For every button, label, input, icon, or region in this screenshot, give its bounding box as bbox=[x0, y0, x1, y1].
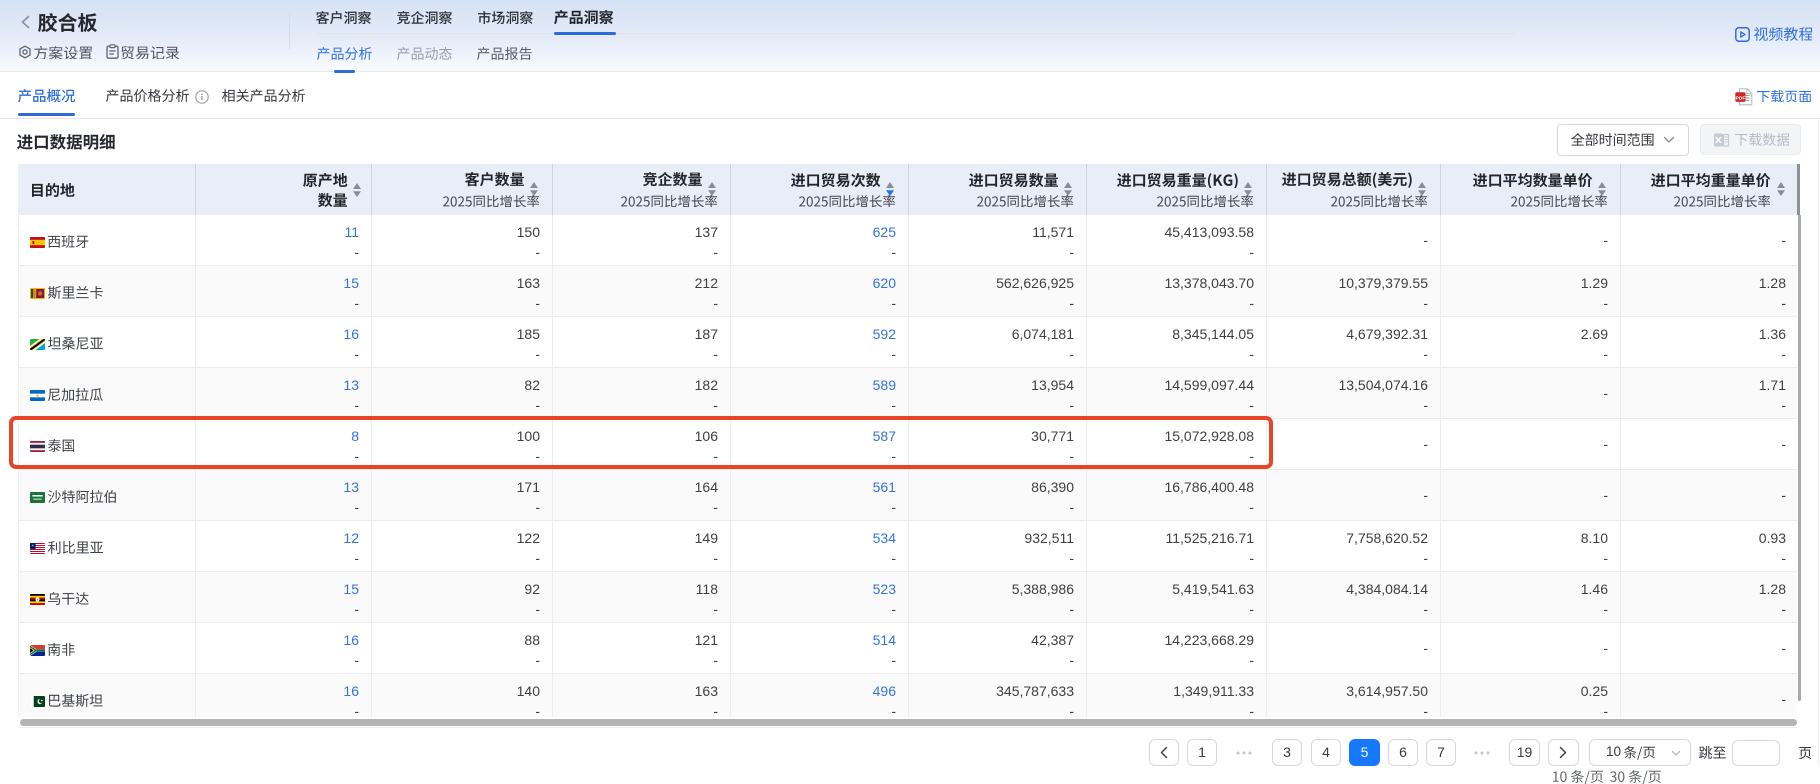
svg-text:PDF: PDF bbox=[1736, 95, 1746, 101]
